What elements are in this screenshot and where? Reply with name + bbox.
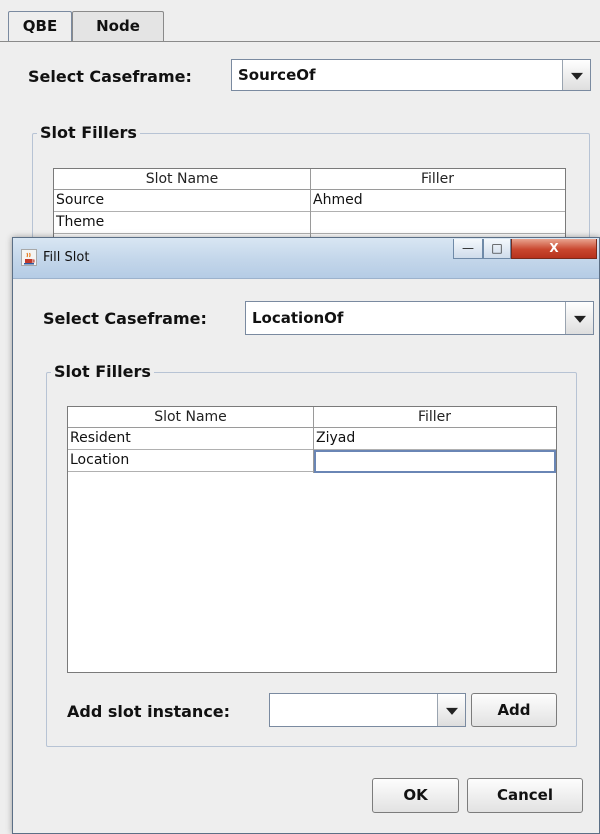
table-row-slot[interactable]: Source — [54, 190, 310, 212]
tab-divider — [0, 41, 600, 42]
ok-button[interactable]: OK — [372, 778, 459, 813]
caseframe-value: LocationOf — [252, 309, 344, 327]
minimize-button[interactable]: — — [453, 239, 483, 259]
table-row-filler[interactable]: Ahmed — [311, 190, 565, 212]
java-cup-icon — [21, 249, 37, 266]
table-row-filler-editing[interactable] — [314, 450, 556, 473]
table-row-slot[interactable]: Resident — [68, 428, 313, 450]
table-row-slot[interactable]: Location — [68, 450, 313, 472]
tab-bar: QBE Node — [0, 0, 600, 42]
bg-slot-fillers-title: Slot Fillers — [37, 123, 140, 142]
fill-slot-dialog: Fill Slot — □ X Select Caseframe: Locati… — [12, 237, 600, 834]
tab-qbe[interactable]: QBE — [8, 11, 72, 42]
caseframe-select[interactable]: LocationOf — [245, 301, 594, 335]
bg-caseframe-value: SourceOf — [238, 66, 316, 84]
table-row-filler[interactable]: Ziyad — [314, 428, 556, 450]
bg-col-header-filler[interactable]: Filler — [310, 169, 565, 190]
tab-qbe-label: QBE — [22, 17, 58, 35]
bg-caseframe-label: Select Caseframe: — [28, 67, 192, 86]
slot-table: Slot Name Filler Resident Ziyad Location — [67, 406, 557, 673]
close-icon: X — [549, 241, 559, 255]
add-slot-label: Add slot instance: — [67, 702, 231, 721]
tab-node-label: Node — [96, 17, 140, 35]
bg-caseframe-select[interactable]: SourceOf — [231, 59, 591, 91]
slot-fillers-title: Slot Fillers — [51, 362, 154, 381]
tab-node[interactable]: Node — [72, 11, 164, 42]
chevron-down-icon[interactable] — [437, 694, 465, 726]
bg-col-header-slot-name[interactable]: Slot Name — [54, 169, 310, 190]
maximize-button[interactable]: □ — [483, 239, 511, 259]
table-row-slot[interactable]: Theme — [54, 212, 310, 234]
dialog-title: Fill Slot — [43, 250, 90, 265]
col-header-slot-name[interactable]: Slot Name — [68, 407, 313, 428]
dialog-titlebar[interactable]: Fill Slot — □ X — [13, 238, 599, 279]
chevron-down-icon[interactable] — [565, 302, 593, 334]
col-header-filler[interactable]: Filler — [313, 407, 556, 428]
cancel-button[interactable]: Cancel — [467, 778, 583, 813]
minimize-icon: — — [462, 241, 474, 255]
caseframe-label: Select Caseframe: — [43, 309, 207, 328]
add-button[interactable]: Add — [471, 693, 557, 727]
chevron-down-icon[interactable] — [562, 60, 590, 90]
bg-slot-table: Slot Name Filler Source Ahmed Theme — [53, 168, 566, 249]
table-row-filler[interactable] — [311, 212, 565, 234]
maximize-icon: □ — [491, 241, 503, 255]
close-button[interactable]: X — [511, 239, 597, 259]
add-slot-select[interactable] — [269, 693, 466, 727]
